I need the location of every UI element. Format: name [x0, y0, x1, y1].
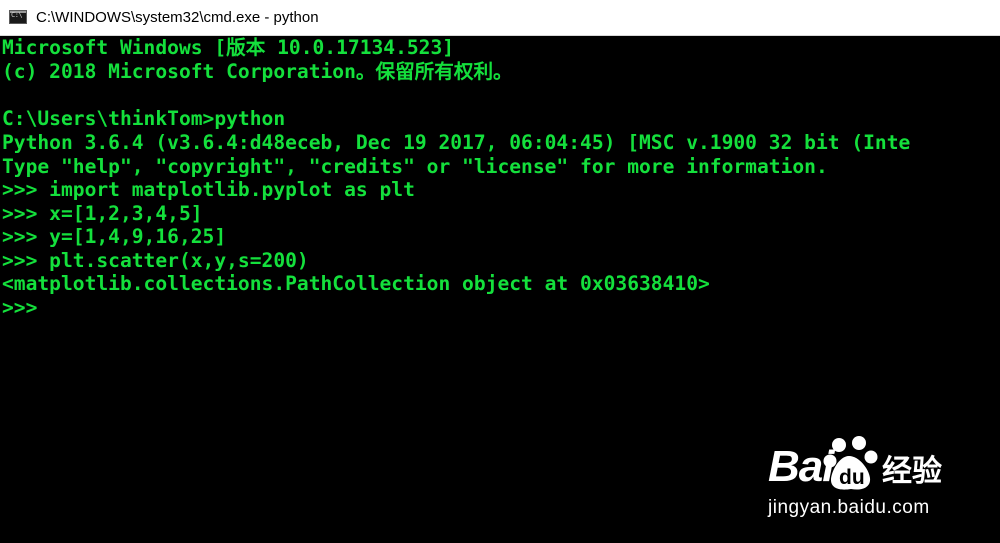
- console-line: Microsoft Windows [版本 10.0.17134.523]: [2, 36, 455, 59]
- watermark-brand-right: 经验: [882, 454, 942, 489]
- console-line: <matplotlib.collections.PathCollection o…: [2, 272, 710, 295]
- console-line: >>> import matplotlib.pyplot as plt: [2, 178, 415, 201]
- console-line: >>> plt.scatter(x,y,s=200): [2, 249, 309, 272]
- console-window: C:\ C:\WINDOWS\system32\cmd.exe - python…: [0, 0, 1000, 543]
- watermark-url: jingyan.baidu.com: [768, 497, 930, 518]
- console-line: C:\Users\thinkTom>python: [2, 107, 286, 130]
- window-title: C:\WINDOWS\system32\cmd.exe - python: [36, 9, 319, 26]
- console-line: >>> y=[1,4,9,16,25]: [2, 225, 227, 248]
- baidu-paw-icon: du: [823, 436, 878, 490]
- baidu-jingyan-watermark: Bai du 经验 jingyan.baidu.com: [768, 434, 1000, 543]
- console-prompt[interactable]: >>>: [2, 296, 37, 320]
- console-line: Python 3.6.4 (v3.6.4:d48eceb, Dec 19 201…: [2, 131, 911, 154]
- console-line: Type "help", "copyright", "credits" or "…: [2, 155, 828, 178]
- title-bar[interactable]: C:\ C:\WINDOWS\system32\cmd.exe - python: [0, 0, 1000, 36]
- svg-text:du: du: [839, 466, 865, 489]
- console-line: >>> x=[1,2,3,4,5]: [2, 202, 203, 225]
- cmd-icon: C:\: [9, 10, 27, 24]
- console-line: (c) 2018 Microsoft Corporation。保留所有权利。: [2, 60, 513, 83]
